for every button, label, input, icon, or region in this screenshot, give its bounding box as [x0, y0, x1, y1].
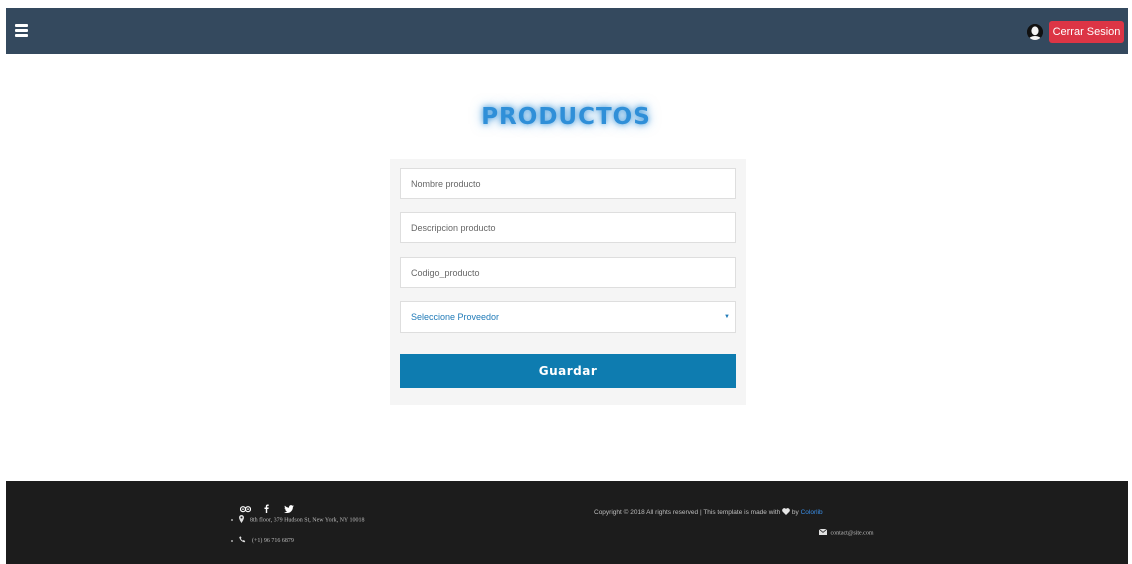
- chevron-down-icon: ▼: [724, 314, 730, 320]
- copyright-by: by: [791, 509, 799, 517]
- page-title: PRODUCTOS: [481, 104, 651, 130]
- address-text: 8th floor, 379 Hudson St, New York, NY 1…: [250, 517, 365, 524]
- top-navbar: Cerrar Sesion: [6, 8, 1128, 54]
- copyright-text: Copyright © 2018 All rights reserved | T…: [594, 509, 781, 517]
- hamburger-icon[interactable]: [15, 24, 28, 38]
- map-marker-icon: [238, 515, 244, 525]
- phone-icon: [238, 536, 246, 545]
- product-code-input[interactable]: [400, 257, 736, 288]
- user-avatar-icon[interactable]: [1027, 24, 1043, 40]
- footer-address: 8th floor, 379 Hudson St, New York, NY 1…: [231, 515, 365, 525]
- product-form: Seleccione Proveedor ▼ Guardar: [390, 159, 746, 405]
- footer-email: contact@site.com: [818, 528, 874, 537]
- heart-icon: [782, 508, 790, 517]
- supplier-select-value: Seleccione Proveedor: [411, 312, 500, 322]
- envelope-icon: [818, 528, 828, 537]
- product-description-input[interactable]: [400, 212, 736, 243]
- phone-text: (+1) 96 716 6879: [252, 537, 294, 544]
- logout-button[interactable]: Cerrar Sesion: [1049, 21, 1124, 43]
- supplier-select[interactable]: Seleccione Proveedor ▼: [400, 301, 736, 333]
- colorlib-link[interactable]: Colorlib: [801, 509, 823, 516]
- email-text[interactable]: contact@site.com: [831, 530, 874, 536]
- save-button[interactable]: Guardar: [400, 354, 736, 388]
- copyright: Copyright © 2018 All rights reserved | T…: [594, 508, 823, 517]
- product-name-input[interactable]: [400, 168, 736, 199]
- footer-phone: (+1) 96 716 6879: [231, 536, 294, 545]
- footer: 8th floor, 379 Hudson St, New York, NY 1…: [6, 481, 1128, 564]
- social-links: [239, 500, 294, 514]
